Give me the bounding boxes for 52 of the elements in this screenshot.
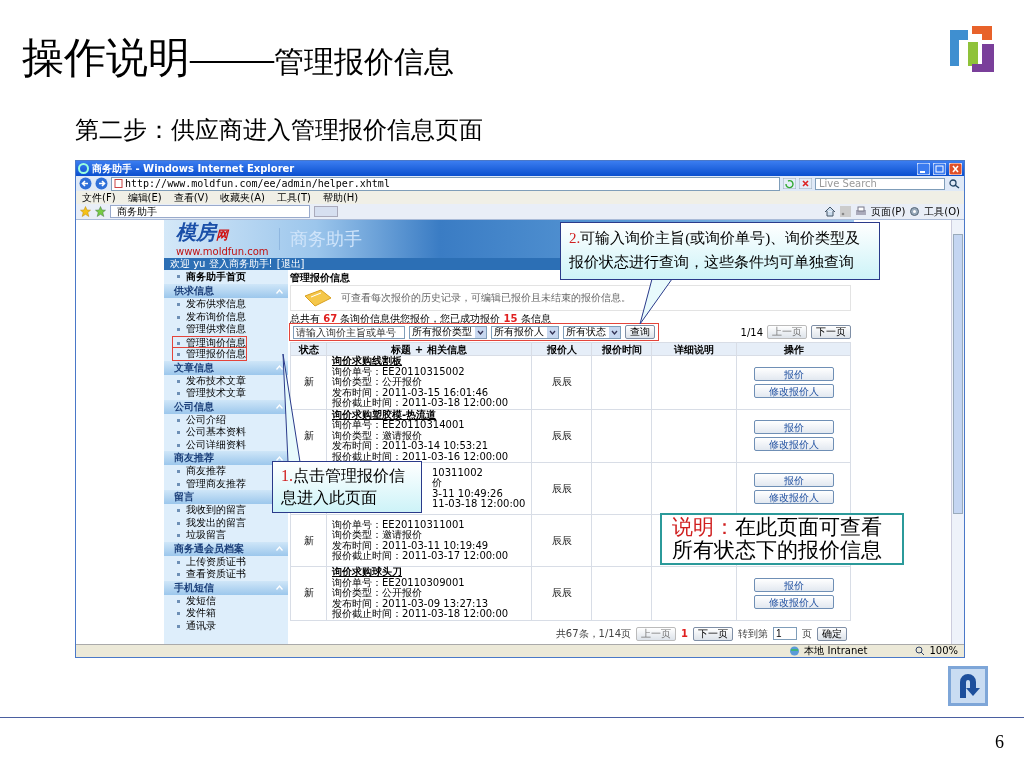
- status-text: 新: [303, 376, 314, 388]
- window-title: 商务助手 - Windows Internet Explorer: [92, 162, 296, 175]
- page-position: 1/14: [740, 326, 763, 338]
- quoter-name: 辰辰: [551, 587, 572, 599]
- inquiry-detail: 询价单号：EE20110314001: [332, 420, 465, 430]
- inquiry-detail: 价: [432, 478, 442, 489]
- column-header: 报价时间: [591, 342, 652, 356]
- column-header: 标题 + 相关信息: [326, 342, 532, 356]
- annotation-tooltip: 说明：在此页面可查看所有状态下的报价信息: [660, 513, 904, 565]
- total-text: 共67条，1/14页: [555, 626, 632, 641]
- summary-text: 总共有 67 条询价信息供您报价，您已成功报价 15 条信息: [290, 313, 552, 324]
- inquiry-detail: 发布时间：2011-03-15 16:01:46: [332, 387, 489, 398]
- security-zone: 本地 Intranet: [804, 645, 868, 657]
- inquiry-detail: 发布时间：2011-03-09 13:27:13: [332, 598, 489, 609]
- column-header: 状态: [290, 342, 327, 356]
- status-text: 新: [303, 587, 314, 599]
- inquiry-detail: 询价类型：邀请报价: [332, 530, 422, 540]
- status-text: 新: [303, 429, 314, 441]
- inquiry-detail: 询价类型：公开报价: [332, 377, 422, 387]
- inquiry-detail: 询价单号：EE20110315002: [332, 366, 465, 377]
- slide-title: 操作说明——: [22, 34, 274, 82]
- column-header: 详细说明: [651, 342, 737, 356]
- description-text: 可查看每次报价的历史记录，可编辑已报价且未结束的报价信息。: [341, 291, 631, 305]
- welcome-text: 欢迎 yu 登入商务助手!: [170, 258, 273, 270]
- inquiry-detail: 询价单号：EE20110311001: [332, 519, 465, 530]
- status-text: 新: [303, 534, 314, 546]
- goto-label: 转到第: [738, 626, 768, 641]
- inquiry-detail: 报价截止时间：2011-03-16 12:00:00: [332, 451, 509, 462]
- quoter-name: 辰辰: [551, 429, 572, 441]
- inquiry-detail: 报价截止时间：2011-03-17 12:00:00: [332, 551, 509, 562]
- inquiry-detail: 10311002: [432, 467, 483, 478]
- inquiry-detail: 发布时间：2011-03-14 10:53:21: [332, 441, 489, 452]
- annotation-tooltip: 1.点击管理报价信息进入此页面: [272, 461, 422, 513]
- column-header: 操作: [736, 342, 851, 356]
- inquiry-detail: 询价单号：EE20110309001: [332, 577, 465, 588]
- page-unit: 页: [802, 626, 812, 641]
- page-number: 6: [995, 732, 1004, 753]
- slide-subtitle: 管理报价信息: [274, 44, 454, 80]
- inquiry-detail: 发布时间：2011-03-11 10:19:49: [332, 540, 489, 551]
- page-title: 管理报价信息: [290, 271, 351, 285]
- quoter-name: 辰辰: [551, 534, 572, 546]
- annotation-tooltip: 2.可输入询价主旨(或询价单号)、询价类型及报价状态进行查询，这些条件均可单独查询: [560, 222, 880, 280]
- inquiry-detail: 3-11 10:49:26: [432, 488, 503, 499]
- inquiry-detail: 询价类型：公开报价: [332, 588, 422, 598]
- inquiry-detail: 11-03-18 12:00:00: [432, 499, 526, 510]
- quoter-name: 辰辰: [551, 482, 572, 494]
- inquiry-detail: 报价截止时间：2011-03-18 12:00:00: [332, 609, 509, 620]
- inquiry-detail: 报价截止时间：2011-03-18 12:00:00: [332, 398, 509, 408]
- quoter-name: 辰辰: [551, 376, 572, 388]
- step-heading: 第二步：供应商进入管理报价信息页面: [74, 116, 484, 145]
- inquiry-detail: 询价类型：邀请报价: [332, 430, 422, 441]
- column-header: 报价人: [531, 342, 592, 356]
